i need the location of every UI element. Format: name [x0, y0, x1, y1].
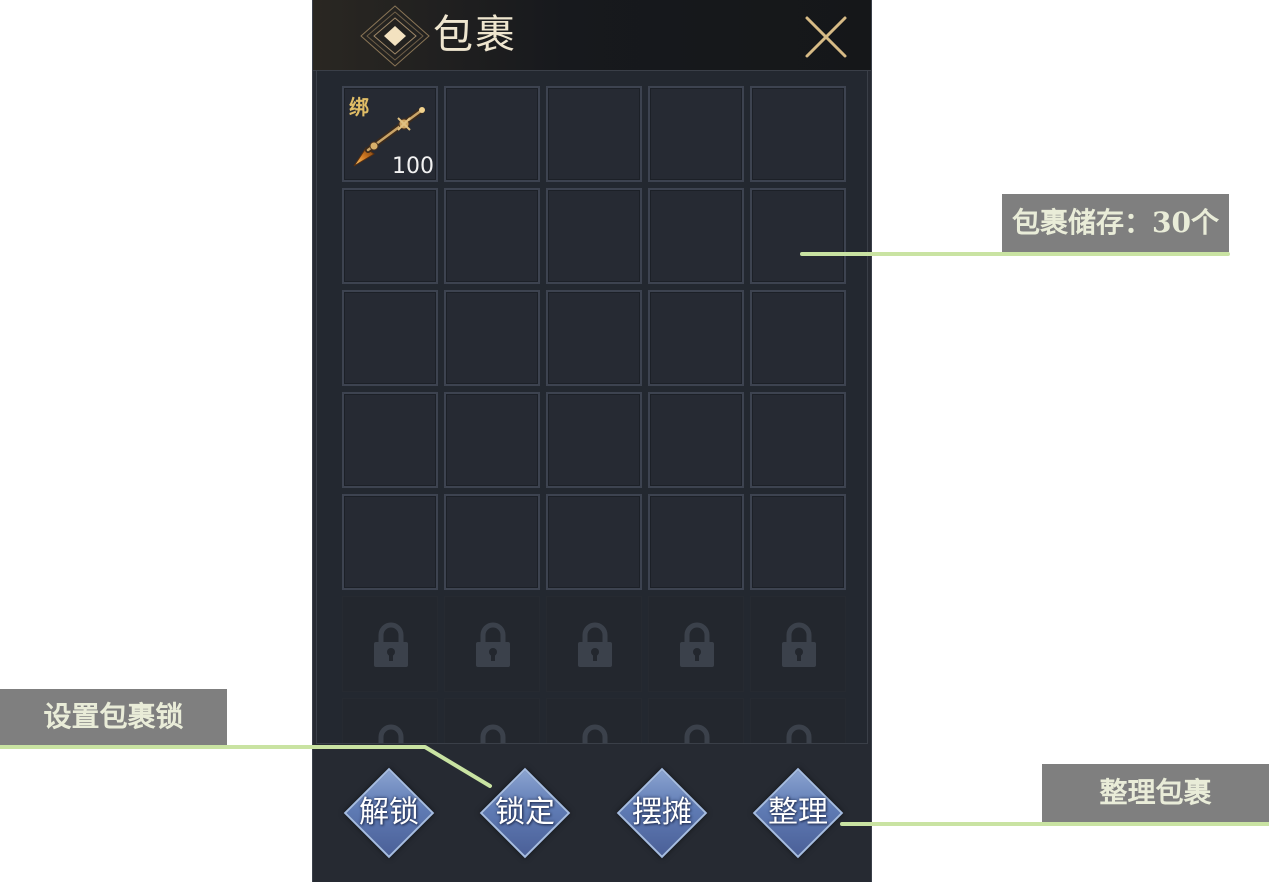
padlock-icon — [576, 622, 614, 668]
inventory-grid: 绑 100 — [342, 86, 846, 743]
window-title: 包裹 — [433, 12, 517, 58]
inventory-slot[interactable] — [750, 290, 846, 386]
inventory-slot[interactable] — [648, 290, 744, 386]
inventory-slot[interactable] — [750, 86, 846, 182]
inventory-slot[interactable] — [648, 86, 744, 182]
inventory-slot[interactable] — [546, 86, 642, 182]
close-icon[interactable] — [803, 14, 849, 60]
padlock-icon — [372, 724, 410, 743]
stall-button[interactable]: 摆摊 — [615, 766, 709, 860]
inventory-slot-item[interactable]: 绑 100 — [342, 86, 438, 182]
bottom-toolbar: 解锁 锁定 摆摊 整理 — [313, 744, 871, 882]
inventory-slot[interactable] — [444, 188, 540, 284]
locked-slot[interactable] — [546, 596, 642, 692]
inventory-slot[interactable] — [444, 392, 540, 488]
inventory-slot[interactable] — [342, 494, 438, 590]
padlock-icon — [678, 724, 716, 743]
title-bar: 包裹 — [313, 0, 871, 71]
inventory-slot[interactable] — [750, 494, 846, 590]
inventory-slot[interactable] — [750, 188, 846, 284]
storage-annotation: 包裹储存：30个 — [1002, 194, 1229, 252]
stall-button-label: 摆摊 — [632, 795, 692, 830]
inventory-grid-area[interactable]: 绑 100 — [316, 70, 868, 744]
sort-button[interactable]: 整理 — [751, 766, 845, 860]
locked-slot[interactable] — [750, 596, 846, 692]
inventory-slot[interactable] — [546, 494, 642, 590]
diamond-emblem-icon — [360, 5, 430, 67]
unlock-button[interactable]: 解锁 — [342, 766, 436, 860]
set-lock-annotation: 设置包裹锁 — [0, 689, 227, 745]
padlock-icon — [474, 724, 512, 743]
padlock-icon — [474, 622, 512, 668]
inventory-slot[interactable] — [444, 494, 540, 590]
inventory-slot[interactable] — [648, 392, 744, 488]
inventory-slot[interactable] — [648, 188, 744, 284]
lock-button-label: 锁定 — [495, 795, 555, 830]
sort-annotation: 整理包裹 — [1042, 764, 1269, 822]
locked-slot[interactable] — [750, 698, 846, 743]
inventory-slot[interactable] — [750, 392, 846, 488]
sort-button-label: 整理 — [768, 795, 828, 830]
inventory-slot[interactable] — [444, 290, 540, 386]
padlock-icon — [678, 622, 716, 668]
item-quantity: 100 — [392, 154, 434, 179]
unlock-button-label: 解锁 — [359, 795, 419, 830]
inventory-slot[interactable] — [546, 290, 642, 386]
padlock-icon — [576, 724, 614, 743]
inventory-slot[interactable] — [342, 290, 438, 386]
locked-slot[interactable] — [342, 596, 438, 692]
inventory-panel: 包裹 绑 100 解锁 锁定 摆摊 整理 — [312, 0, 872, 882]
inventory-slot[interactable] — [342, 392, 438, 488]
inventory-slot[interactable] — [444, 86, 540, 182]
padlock-icon — [780, 622, 818, 668]
padlock-icon — [780, 724, 818, 743]
bound-badge: 绑 — [349, 95, 369, 119]
inventory-slot[interactable] — [342, 188, 438, 284]
inventory-slot[interactable] — [546, 188, 642, 284]
locked-slot[interactable] — [546, 698, 642, 743]
inventory-slot[interactable] — [648, 494, 744, 590]
locked-slot[interactable] — [444, 596, 540, 692]
padlock-icon — [372, 622, 410, 668]
inventory-slot[interactable] — [546, 392, 642, 488]
locked-slot[interactable] — [648, 596, 744, 692]
locked-slot[interactable] — [648, 698, 744, 743]
lock-button[interactable]: 锁定 — [478, 766, 572, 860]
locked-slot[interactable] — [444, 698, 540, 743]
locked-slot[interactable] — [342, 698, 438, 743]
